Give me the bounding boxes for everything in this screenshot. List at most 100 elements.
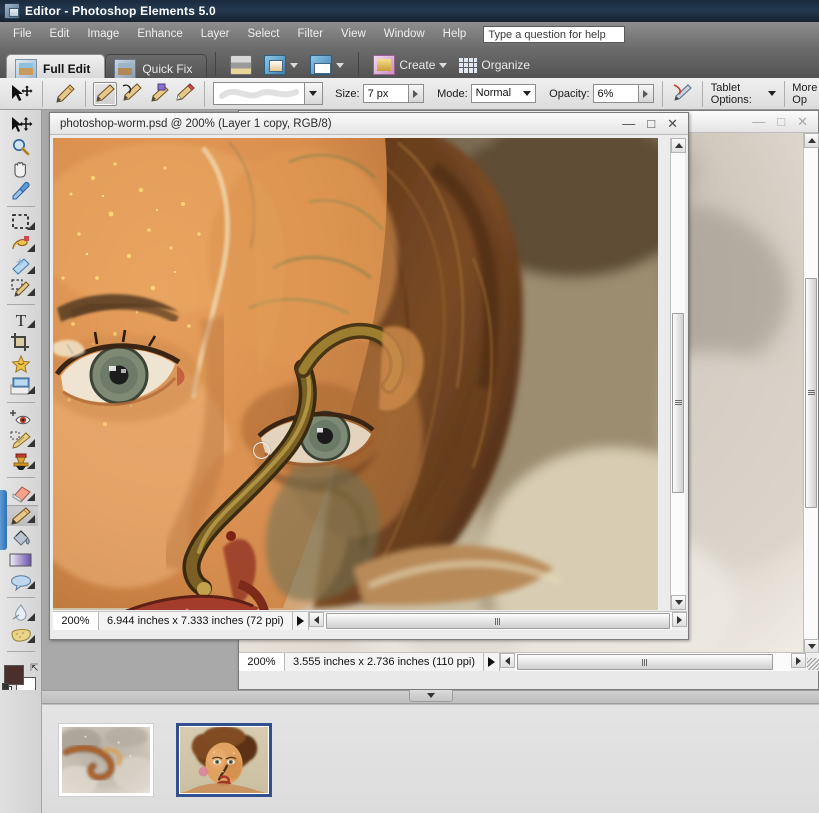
brush-preset-picker[interactable] [212, 82, 323, 105]
maximize-icon[interactable]: □ [647, 117, 655, 130]
photo-bin-thumb-worm-image [62, 727, 150, 793]
menu-item-filter[interactable]: Filter [288, 25, 332, 43]
collapse-bin-icon[interactable] [408, 690, 453, 702]
scroll-left-button[interactable] [500, 653, 516, 668]
document-title-bar-active[interactable]: photoshop-worm.psd @ 200% (Layer 1 copy,… [50, 113, 688, 135]
scrollbar-track[interactable] [804, 148, 818, 639]
swap-colors-icon[interactable]: ⇱ [30, 663, 38, 674]
clone-stamp-tool[interactable] [4, 451, 38, 472]
scroll-up-button[interactable] [804, 133, 819, 148]
help-search-input[interactable]: Type a question for help [483, 25, 626, 43]
gradient-tool[interactable] [4, 549, 38, 570]
paint-bucket-tool[interactable] [4, 527, 38, 548]
window-resize-grip-background[interactable] [807, 658, 819, 670]
red-eye-removal-tool[interactable] [4, 407, 38, 428]
tablet-options-chevron-down-icon[interactable] [767, 91, 776, 96]
menu-item-image[interactable]: Image [78, 25, 128, 43]
chevron-right-icon [413, 89, 419, 98]
options-separator-6 [783, 80, 785, 107]
blend-mode-select[interactable]: Normal [470, 84, 536, 103]
scrollbar-thumb-horizontal[interactable] [517, 654, 773, 670]
order-prints-button[interactable] [258, 55, 304, 75]
scroll-left-button[interactable] [308, 612, 324, 627]
canvas-active[interactable] [53, 138, 658, 610]
toolbox-divider-3 [6, 401, 35, 403]
brush-size-slider-button[interactable] [408, 84, 424, 103]
photo-bin-splitter[interactable] [42, 690, 819, 704]
opacity-slider-button[interactable] [638, 84, 654, 103]
eraser-tool[interactable] [4, 483, 38, 504]
brush-size-control[interactable]: 7 px [362, 84, 424, 103]
close-icon[interactable]: ✕ [797, 115, 808, 128]
more-options-label[interactable]: More Op [792, 82, 819, 106]
brush-size-input[interactable]: 7 px [362, 84, 409, 103]
canvas-scrollbar-vertical-active[interactable] [670, 138, 686, 610]
impressionist-brush-icon[interactable] [120, 82, 144, 106]
menu-item-window[interactable]: Window [375, 25, 434, 43]
toolbox-divider-1 [6, 206, 35, 207]
email-button[interactable] [304, 55, 350, 75]
type-tool[interactable]: T [4, 310, 38, 331]
menu-item-enhance[interactable]: Enhance [128, 25, 191, 43]
color-replacement-brush-icon[interactable] [147, 82, 171, 106]
shape-tool[interactable] [4, 571, 38, 592]
lasso-tool[interactable] [4, 234, 38, 255]
scroll-up-button[interactable] [671, 138, 686, 153]
move-tool[interactable] [4, 114, 38, 135]
menu-item-view[interactable]: View [332, 25, 375, 43]
tool-flyout-triangle [26, 493, 35, 501]
minimize-icon[interactable]: — [622, 117, 635, 130]
status-menu-arrow-background[interactable] [484, 653, 501, 671]
scroll-right-button[interactable] [791, 653, 806, 668]
menu-item-layer[interactable]: Layer [192, 25, 239, 43]
brush-icon[interactable] [93, 81, 118, 106]
scrollbar-thumb[interactable] [805, 278, 817, 508]
organize-button[interactable]: Organize [453, 57, 536, 73]
airbrush-icon[interactable] [670, 82, 694, 106]
scrollbar-track-horizontal[interactable] [323, 612, 672, 630]
healing-brush-tool[interactable] [4, 429, 38, 450]
document-window-active[interactable]: photoshop-worm.psd @ 200% (Layer 1 copy,… [49, 112, 689, 640]
create-button[interactable]: Create [367, 55, 453, 75]
foreground-color-swatch[interactable] [3, 664, 24, 685]
menu-item-edit[interactable]: Edit [41, 25, 79, 43]
straighten-tool[interactable] [4, 376, 38, 397]
scrollbar-thumb-horizontal[interactable] [325, 613, 670, 629]
sponge-tool[interactable] [4, 625, 38, 646]
crop-tool[interactable] [4, 332, 38, 353]
zoom-level-background[interactable]: 200% [239, 653, 285, 671]
magic-wand-tool[interactable] [4, 256, 38, 277]
close-icon[interactable]: ✕ [667, 117, 678, 130]
zoom-tool[interactable] [4, 136, 38, 157]
minimize-icon[interactable]: — [752, 115, 765, 128]
opacity-input[interactable]: 6% [592, 84, 639, 103]
scroll-right-button[interactable] [672, 612, 687, 627]
brush-preset-dropdown-button[interactable] [304, 82, 323, 105]
menu-item-help[interactable]: Help [434, 25, 476, 43]
hand-tool[interactable] [4, 158, 38, 179]
menu-item-file[interactable]: File [4, 25, 41, 43]
menu-item-select[interactable]: Select [239, 25, 289, 43]
options-separator-5 [702, 80, 703, 107]
scrollbar-thumb[interactable] [672, 313, 684, 493]
blur-tool[interactable] [4, 603, 38, 624]
zoom-level-active[interactable]: 200% [53, 612, 99, 630]
eyedropper-tool[interactable] [4, 180, 38, 201]
selection-brush-tool[interactable] [4, 278, 38, 299]
scrollbar-track[interactable] [671, 153, 685, 595]
brush-tool[interactable] [3, 505, 38, 526]
photo-bin-thumb-face[interactable] [176, 723, 272, 797]
pencil-icon[interactable] [174, 82, 196, 106]
color-swatches[interactable]: ⇱ [1, 663, 39, 697]
cookie-cutter-tool[interactable] [4, 354, 38, 375]
toolbox-drag-handle[interactable] [0, 490, 7, 550]
scroll-down-button[interactable] [671, 595, 686, 610]
scrollbar-track-horizontal[interactable] [515, 653, 791, 671]
photo-bin-thumb-worm[interactable] [58, 723, 154, 797]
opacity-control[interactable]: 6% [592, 84, 654, 103]
print-button[interactable] [224, 55, 258, 75]
canvas-scrollbar-vertical-background[interactable] [803, 133, 819, 654]
status-menu-arrow-active[interactable] [292, 612, 309, 630]
marquee-tool[interactable] [4, 212, 38, 233]
maximize-icon[interactable]: □ [777, 115, 785, 128]
